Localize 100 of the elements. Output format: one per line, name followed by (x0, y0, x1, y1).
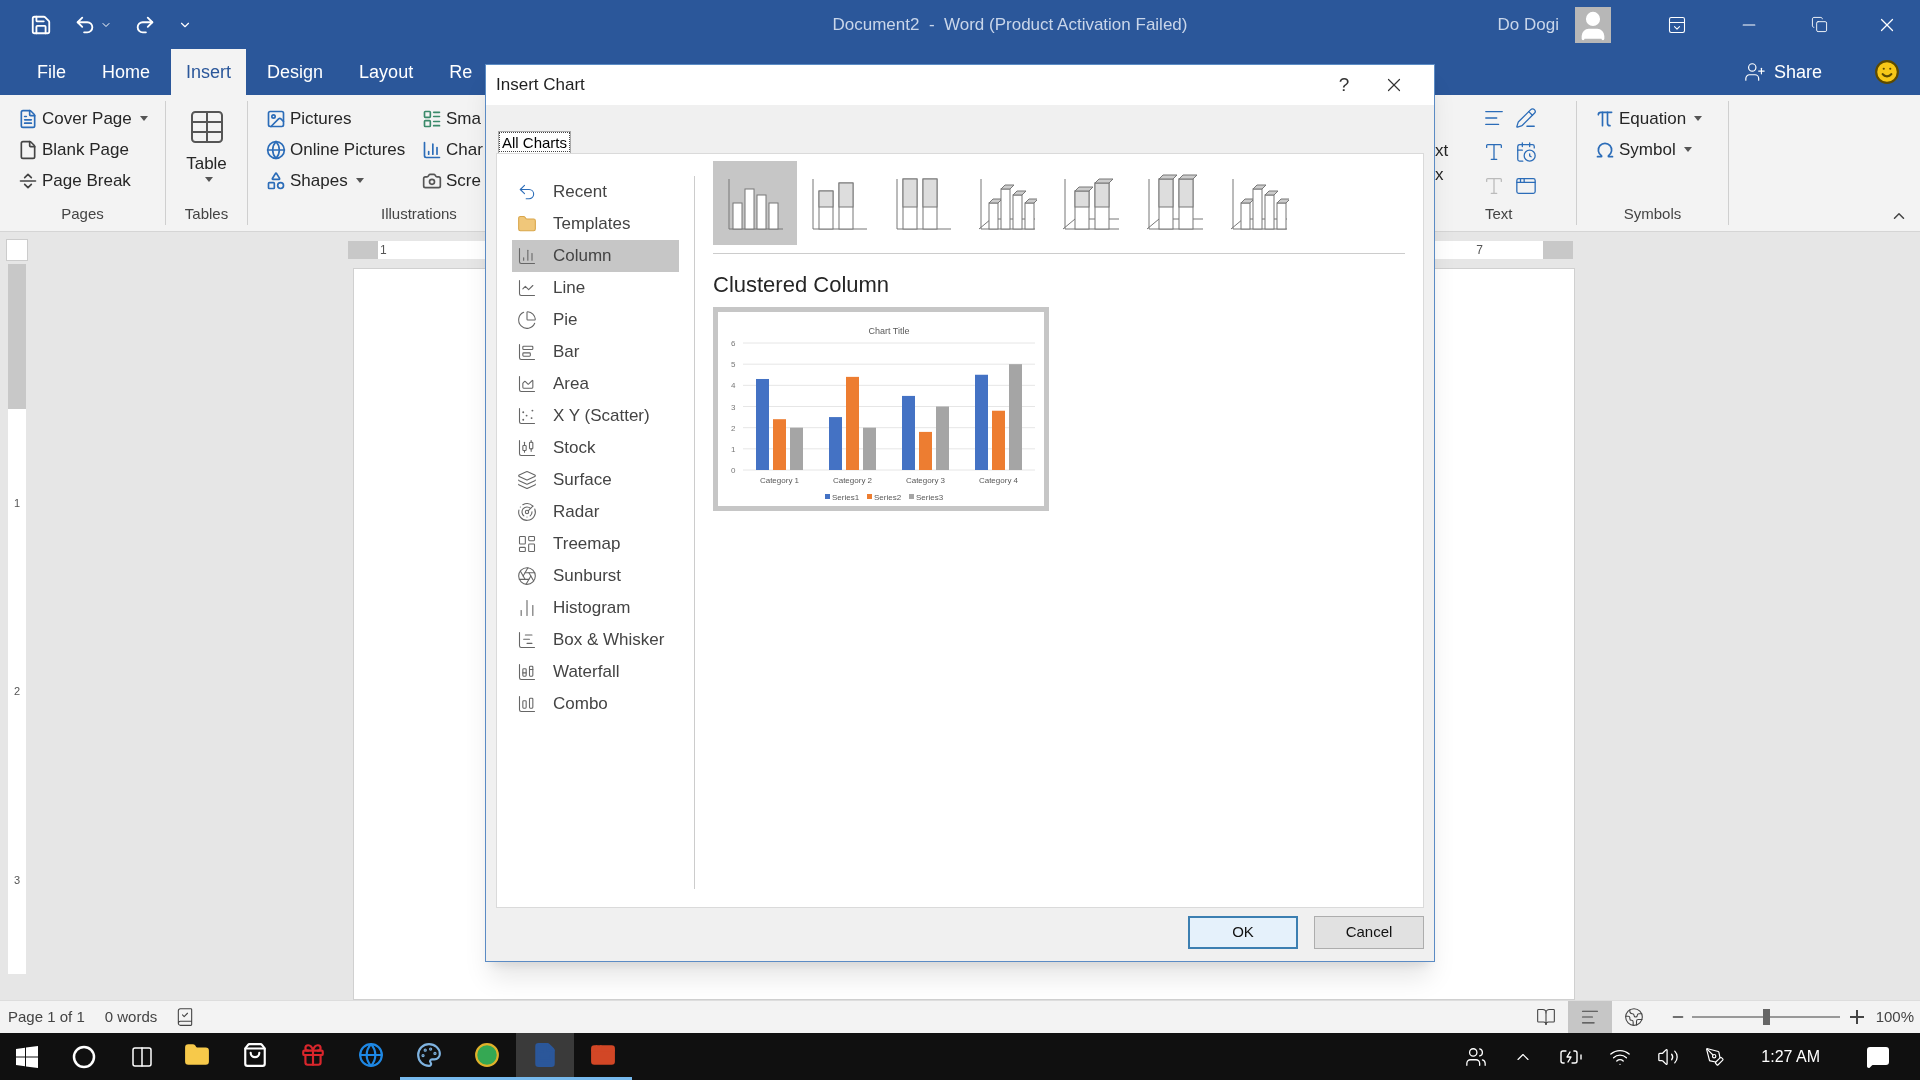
user-name: Do Dogi (1497, 13, 1559, 36)
avatar[interactable] (1575, 6, 1611, 43)
legend-item: Series1 (825, 493, 860, 502)
bar (992, 410, 1005, 470)
category-label: Category 4 (978, 476, 1019, 485)
chart-type-item[interactable]: X Y (Scatter) (512, 400, 679, 432)
scatter-chart-icon (517, 406, 537, 426)
chart-type-item[interactable]: Radar (512, 496, 679, 528)
search-circle-icon[interactable] (72, 1044, 96, 1069)
axis-tick-label: 5 (731, 360, 736, 370)
ribbon-button[interactable]: Online Pictures (262, 134, 418, 165)
chart-subtype-button[interactable] (713, 161, 797, 245)
chart-type-item[interactable]: Box & Whisker (512, 624, 679, 656)
group-label: Symbols (1622, 203, 1683, 224)
picture-icon (266, 108, 286, 129)
caret-icon (139, 116, 148, 121)
group-label: Illustrations (380, 203, 458, 224)
axis-tick-label: 6 (731, 339, 736, 348)
ribbon-button[interactable]: Cover Page (14, 103, 165, 134)
ribbon-button[interactable]: Char (418, 134, 485, 165)
legend-item: Series3 (909, 493, 944, 502)
category-label: Category 2 (832, 476, 873, 485)
chart-type-item[interactable]: Treemap (512, 528, 679, 560)
zoom-slider[interactable] (1691, 1009, 1840, 1025)
dialog-button[interactable]: OK (1188, 916, 1298, 949)
zoom-thumb[interactable] (1762, 1009, 1770, 1025)
legend-item: Series2 (867, 493, 902, 502)
ribbon-button[interactable]: Sma (418, 103, 485, 134)
legend-label: Series1 (832, 493, 860, 502)
group-label: Pages (60, 203, 105, 224)
view-button[interactable] (1567, 1000, 1612, 1034)
ribbon-button[interactable]: Pictures (262, 103, 418, 134)
task-view-icon[interactable] (130, 1044, 154, 1069)
ribbon-tab[interactable]: File (22, 49, 81, 95)
ribbon-tab[interactable]: Home (87, 49, 166, 95)
bar (936, 406, 949, 470)
date-time-icon[interactable] (1515, 140, 1537, 163)
folder-icon (517, 214, 537, 234)
table-button[interactable]: Table (166, 101, 247, 203)
ribbon-tab[interactable]: Insert (171, 49, 247, 95)
ribbon-tab[interactable]: Re (434, 49, 488, 95)
ribbon-button[interactable]: Page Break (14, 165, 165, 196)
notifications-icon[interactable] (1866, 1044, 1890, 1069)
save-icon[interactable] (30, 13, 52, 36)
word-count: 0 words (104, 1006, 158, 1027)
treemap-icon (517, 534, 537, 554)
column-chart-icon (517, 246, 537, 266)
dialog-title: Insert Chart (496, 74, 586, 97)
chart-type-item[interactable]: Bar (512, 336, 679, 368)
clock[interactable]: 1:27 AM (1761, 1044, 1820, 1069)
people-icon[interactable] (1465, 1045, 1488, 1068)
gift-icon (300, 1042, 326, 1068)
3d-full-stacked-column-icon (1145, 173, 1205, 233)
ribbon-button[interactable]: Shapes (262, 165, 418, 196)
pen-icon[interactable] (1705, 1046, 1726, 1067)
zoom-percentage[interactable]: 100% (1875, 1005, 1914, 1029)
chart-title: Chart Title (868, 326, 910, 336)
chart-type-item[interactable]: Sunburst (512, 560, 679, 592)
chart-type-item[interactable]: Column (512, 240, 679, 272)
chart-type-item[interactable]: Line (512, 272, 679, 304)
stock-chart-icon (517, 438, 537, 458)
chart-type-item[interactable]: Histogram (512, 592, 679, 624)
windows-logo-icon[interactable] (16, 1045, 38, 1068)
category-label: Category 3 (905, 476, 946, 485)
help-button[interactable]: ? (1324, 70, 1364, 100)
ribbon-button[interactable]: Symbol (1591, 134, 1728, 165)
ruler-number: 1 (13, 495, 21, 511)
bar (919, 431, 932, 470)
ribbon-button[interactable]: Equation (1591, 103, 1728, 134)
restore-icon[interactable] (1811, 16, 1828, 33)
zoom-in-icon[interactable] (1849, 1010, 1864, 1024)
chart-type-item[interactable]: Templates (512, 208, 679, 240)
ribbon-button-label[interactable]: xt (1435, 139, 1465, 163)
chart-type-item[interactable]: Pie (512, 304, 679, 336)
axis-tick-label: 1 (731, 444, 736, 454)
chart-type-item[interactable]: Waterfall (512, 656, 679, 688)
ribbon-button[interactable]: Blank Page (14, 134, 165, 165)
bar (773, 419, 786, 470)
ribbon-button-label[interactable]: x (1435, 163, 1465, 187)
smiley-icon[interactable] (1874, 59, 1900, 85)
dialog-button[interactable]: Cancel (1314, 916, 1424, 949)
ribbon-tab[interactable]: Layout (344, 49, 429, 95)
chart-type-item[interactable]: Area (512, 368, 679, 400)
signature-icon[interactable] (1515, 107, 1537, 129)
ribbon-tab[interactable]: Design (252, 49, 339, 95)
ribbon-button[interactable]: Scre (418, 165, 485, 196)
undo-arrow-icon (517, 182, 537, 202)
axis-tick-label: 3 (731, 402, 736, 412)
page-count: Page 1 of 1 (8, 1006, 85, 1027)
legend-label: Series3 (916, 493, 944, 502)
dialog-tab[interactable]: All Charts (498, 131, 572, 153)
caret-icon (355, 178, 364, 183)
chart-type-item[interactable]: Combo (512, 688, 679, 720)
radar-chart-icon (517, 502, 537, 522)
blank-page-icon (18, 139, 38, 160)
chart-type-item[interactable]: Recent (512, 176, 679, 208)
chart-type-item[interactable]: Surface (512, 464, 679, 496)
chart-type-item[interactable]: Stock (512, 432, 679, 464)
ribbon-display-icon[interactable] (1667, 14, 1687, 35)
share-button[interactable]: Share (1743, 49, 1822, 95)
